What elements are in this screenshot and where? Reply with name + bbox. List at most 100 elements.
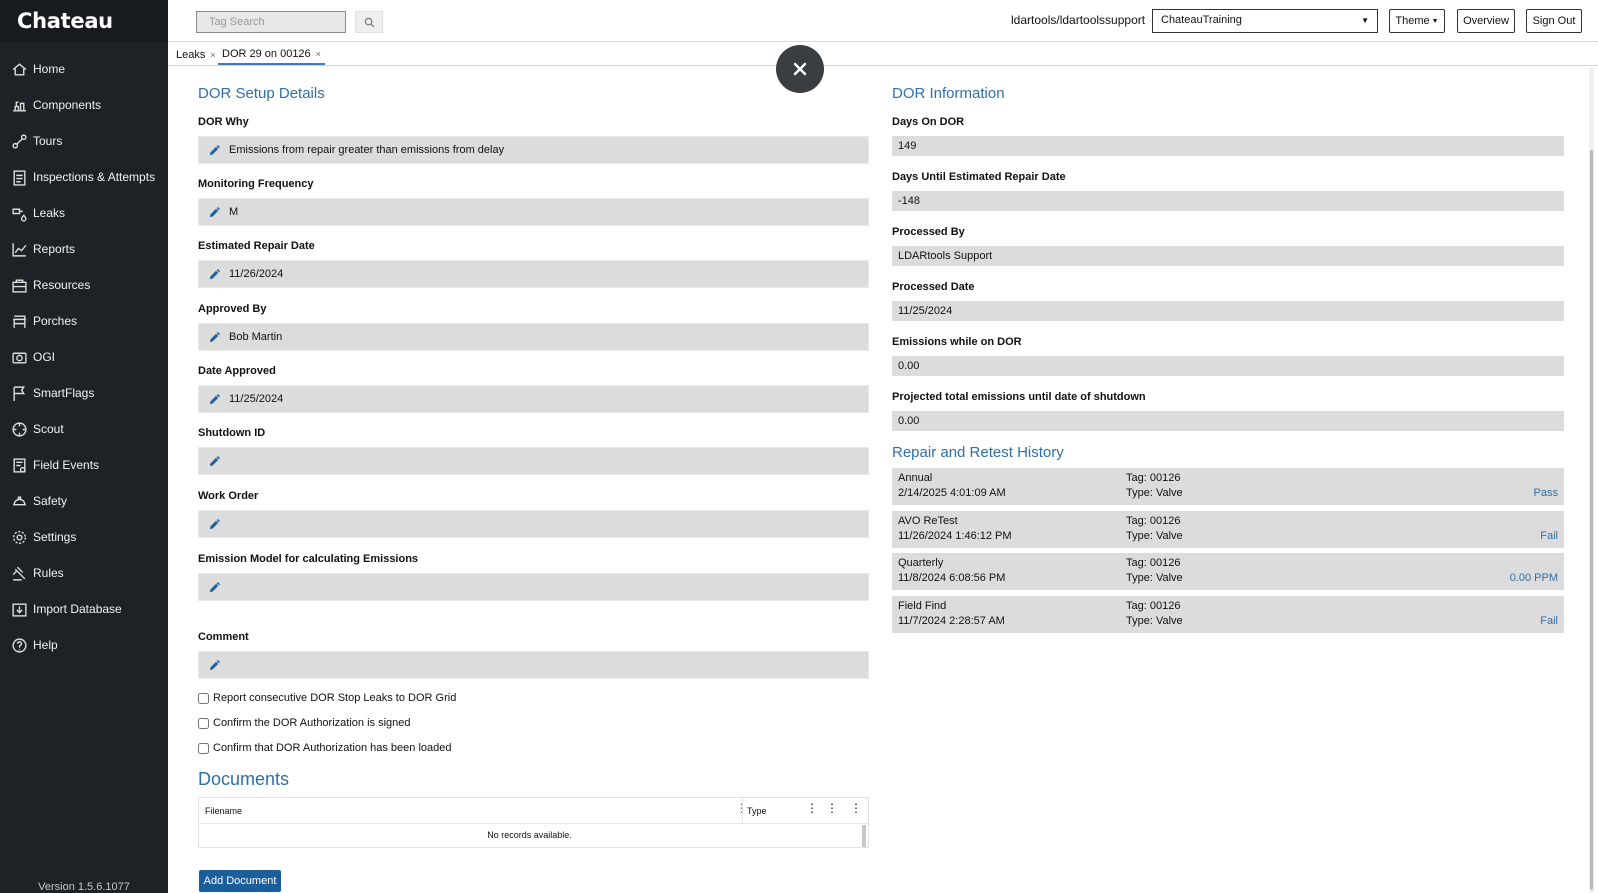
- days-on-dor-value: 149: [892, 136, 1564, 156]
- pencil-icon[interactable]: [208, 581, 221, 594]
- checkbox[interactable]: [198, 692, 209, 704]
- estimated-repair-date-field[interactable]: 11/26/2024: [198, 260, 869, 288]
- page-scrollbar-thumb[interactable]: [1590, 150, 1593, 890]
- sidebar-item-label: Leaks: [33, 206, 66, 220]
- sidebar-item-rules[interactable]: Rules: [0, 555, 168, 591]
- add-document-button[interactable]: Add Document: [199, 870, 281, 892]
- database-select[interactable]: ChateauTraining ▼: [1152, 9, 1378, 33]
- tab-leaks[interactable]: Leaks ×: [172, 45, 220, 65]
- field-label: DOR Why: [198, 116, 249, 128]
- tab-dor[interactable]: DOR 29 on 00126 ×: [218, 45, 325, 65]
- checkbox-label: Report consecutive DOR Stop Leaks to DOR…: [213, 692, 457, 704]
- shutdown-id-field[interactable]: [198, 447, 869, 475]
- search-button[interactable]: [355, 11, 383, 33]
- kebab-menu-icon[interactable]: ⋮: [736, 802, 748, 814]
- pencil-icon[interactable]: [208, 455, 221, 468]
- sidebar-item-help[interactable]: Help: [0, 627, 168, 663]
- close-icon[interactable]: ×: [316, 49, 321, 59]
- kebab-menu-icon[interactable]: ⋮: [806, 802, 818, 814]
- sidebar-item-label: Import Database: [33, 602, 122, 616]
- kebab-menu-icon[interactable]: ⋮: [826, 802, 838, 814]
- tab-strip: Leaks × DOR 29 on 00126 ×: [168, 42, 1598, 66]
- dor-why-field[interactable]: Emissions from repair greater than emiss…: [198, 136, 869, 164]
- history-result[interactable]: Fail: [1540, 614, 1558, 629]
- confirm-loaded-checkbox[interactable]: Confirm that DOR Authorization has been …: [198, 742, 451, 754]
- history-tag: Tag: 00126: [1126, 557, 1181, 569]
- history-item[interactable]: Quarterly 11/8/2024 6:08:56 PM Tag: 00126…: [892, 553, 1564, 590]
- history-datetime: 2/14/2025 4:01:09 AM: [898, 487, 1006, 499]
- history-result[interactable]: Pass: [1534, 486, 1558, 501]
- column-header-filename[interactable]: Filename: [205, 806, 242, 816]
- version-label: Version 1.5.6.1077: [38, 881, 130, 893]
- sidebar-item-smartflags[interactable]: SmartFlags: [0, 375, 168, 411]
- pencil-icon[interactable]: [208, 518, 221, 531]
- field-label: Monitoring Frequency: [198, 178, 314, 190]
- pencil-icon[interactable]: [208, 331, 221, 344]
- checkbox-label: Confirm that DOR Authorization has been …: [213, 742, 452, 754]
- sign-out-button[interactable]: Sign Out: [1526, 9, 1582, 33]
- sidebar-item-label: Rules: [33, 566, 64, 580]
- sidebar-item-home[interactable]: Home: [0, 51, 168, 87]
- field-label: Emissions while on DOR: [892, 336, 1022, 348]
- sidebar-item-ogi[interactable]: OGI: [0, 339, 168, 375]
- history-item[interactable]: AVO ReTest 11/26/2024 1:46:12 PM Tag: 001…: [892, 511, 1564, 548]
- processed-by-value: LDARtools Support: [892, 246, 1564, 266]
- history-result[interactable]: 0.00 PPM: [1510, 571, 1558, 586]
- pencil-icon[interactable]: [208, 393, 221, 406]
- grid-scrollbar[interactable]: [862, 825, 866, 847]
- field-label: Comment: [198, 631, 249, 643]
- sidebar-item-tours[interactable]: Tours: [0, 123, 168, 159]
- sidebar-item-resources[interactable]: Resources: [0, 267, 168, 303]
- sidebar-item-import-database[interactable]: Import Database: [0, 591, 168, 627]
- pencil-icon[interactable]: [208, 144, 221, 157]
- report-consecutive-checkbox[interactable]: Report consecutive DOR Stop Leaks to DOR…: [198, 692, 456, 704]
- work-order-field[interactable]: [198, 510, 869, 538]
- approved-by-field[interactable]: Bob Martin: [198, 323, 869, 351]
- sidebar-item-porches[interactable]: Porches: [0, 303, 168, 339]
- sidebar-item-settings[interactable]: Settings: [0, 519, 168, 555]
- close-button[interactable]: [776, 45, 824, 93]
- projected-emissions-value: 0.00: [892, 411, 1564, 431]
- sidebar-item-reports[interactable]: Reports: [0, 231, 168, 267]
- theme-button[interactable]: Theme ▼: [1389, 9, 1445, 33]
- history-title: Repair and Retest History: [892, 444, 1064, 461]
- history-result[interactable]: Fail: [1540, 529, 1558, 544]
- app-logo[interactable]: Chateau: [0, 0, 168, 42]
- overview-button[interactable]: Overview: [1457, 9, 1515, 33]
- date-approved-field[interactable]: 11/25/2024: [198, 385, 869, 413]
- history-item[interactable]: Field Find 11/7/2024 2:28:57 AM Tag: 0012…: [892, 596, 1564, 633]
- field-events-icon: [13, 457, 26, 473]
- column-header-type[interactable]: Type: [747, 806, 767, 816]
- sidebar-item-inspections[interactable]: Inspections & Attempts: [0, 159, 168, 195]
- sidebar-item-label: Help: [33, 638, 58, 652]
- confirm-signed-checkbox[interactable]: Confirm the DOR Authorization is signed: [198, 717, 410, 729]
- sidebar-item-components[interactable]: Components: [0, 87, 168, 123]
- pencil-icon[interactable]: [208, 206, 221, 219]
- comment-field[interactable]: [198, 651, 869, 679]
- checkbox[interactable]: [198, 717, 209, 729]
- pencil-icon[interactable]: [208, 268, 221, 281]
- tab-label: DOR 29 on 00126: [222, 48, 311, 60]
- sidebar-item-label: Porches: [33, 314, 78, 328]
- sidebar-item-label: Resources: [33, 278, 91, 292]
- checkbox[interactable]: [198, 742, 209, 754]
- sidebar-item-label: Components: [33, 98, 102, 112]
- history-type: Quarterly: [898, 557, 944, 569]
- kebab-menu-icon[interactable]: ⋮: [850, 802, 862, 814]
- field-label: Days Until Estimated Repair Date: [892, 171, 1066, 183]
- sidebar-item-field-events[interactable]: Field Events: [0, 447, 168, 483]
- history-type: AVO ReTest: [898, 515, 958, 527]
- emission-model-field[interactable]: [198, 573, 869, 601]
- sidebar-item-label: Home: [33, 62, 66, 76]
- pencil-icon[interactable]: [208, 659, 221, 672]
- sidebar-nav: Home Components Tours Inspections & Atte…: [0, 51, 168, 663]
- sidebar-item-scout[interactable]: Scout: [0, 411, 168, 447]
- resources-icon: [12, 278, 27, 293]
- history-item[interactable]: Annual 2/14/2025 4:01:09 AM Tag: 00126 Typ…: [892, 468, 1564, 505]
- sidebar-item-safety[interactable]: Safety: [0, 483, 168, 519]
- close-icon[interactable]: ×: [210, 50, 215, 60]
- history-tag: Tag: 00126: [1126, 515, 1181, 527]
- sidebar-item-leaks[interactable]: Leaks: [0, 195, 168, 231]
- tag-search-input[interactable]: [196, 11, 346, 33]
- monitoring-frequency-field[interactable]: M: [198, 198, 869, 226]
